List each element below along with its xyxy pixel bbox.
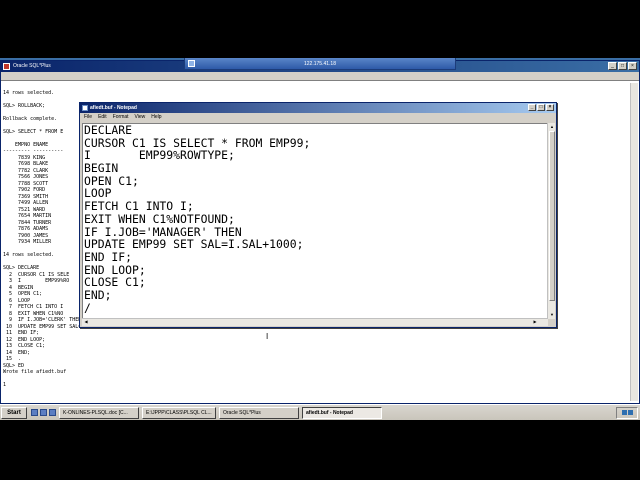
- scroll-right-icon[interactable]: ▶: [532, 319, 538, 325]
- menu-format[interactable]: Format: [113, 113, 129, 122]
- notepad-maximize-button[interactable]: □: [537, 104, 545, 111]
- code-line: CLOSE C1;: [84, 275, 146, 290]
- code-line: FETCH C1 INTO I;: [84, 199, 194, 214]
- code-line: I EMP99%ROWTYPE;: [84, 148, 235, 163]
- task-explorer[interactable]: E:\JPPP\CLASS\PLSQL CL...: [142, 406, 216, 419]
- notepad-text-area[interactable]: DECLARE CURSOR C1 IS SELECT * FROM EMP99;…: [82, 123, 548, 319]
- scroll-down-icon[interactable]: ▼: [549, 312, 555, 318]
- scroll-left-icon[interactable]: ◀: [83, 319, 89, 325]
- oracle-app-icon: [3, 63, 10, 70]
- code-line: END LOOP;: [84, 262, 146, 277]
- desktop-icon[interactable]: [31, 409, 38, 416]
- task-notepad[interactable]: afiedt.buf - Notepad: [302, 406, 382, 419]
- notepad-window[interactable]: afiedt.buf - Notepad _ □ × File Edit For…: [79, 102, 557, 328]
- notepad-menubar: File Edit Format View Help: [80, 113, 556, 122]
- sqlplus-menubar[interactable]: [1, 72, 639, 81]
- code-line: END IF;: [84, 249, 133, 264]
- menu-view[interactable]: View: [135, 113, 146, 122]
- notepad-title: afiedt.buf - Notepad: [90, 105, 137, 111]
- scroll-up-icon[interactable]: ▲: [549, 124, 555, 130]
- folder-icon[interactable]: [49, 409, 56, 416]
- sqlplus-output-line: 1: [3, 382, 7, 388]
- notepad-close-button[interactable]: ×: [546, 104, 554, 111]
- code-line: UPDATE EMP99 SET SAL=I.SAL+1000;: [84, 237, 304, 252]
- code-line: /: [84, 300, 91, 315]
- menu-file[interactable]: File: [84, 113, 92, 122]
- menu-edit[interactable]: Edit: [98, 113, 107, 122]
- remote-host-address: 122.175.41.18: [304, 60, 336, 67]
- quick-launch: [31, 409, 56, 416]
- close-button[interactable]: ×: [628, 62, 637, 70]
- sqlplus-title: Oracle SQL*Plus: [13, 63, 51, 69]
- notepad-minimize-button[interactable]: _: [528, 104, 536, 111]
- menu-help[interactable]: Help: [151, 113, 161, 122]
- code-line: BEGIN: [84, 161, 119, 176]
- notepad-horizontal-scrollbar[interactable]: ◀ ▶: [82, 318, 548, 326]
- notepad-titlebar[interactable]: afiedt.buf - Notepad _ □ ×: [80, 103, 556, 113]
- system-tray[interactable]: [616, 406, 638, 419]
- sqlplus-scrollbar[interactable]: [630, 83, 638, 401]
- code-line: END;: [84, 287, 112, 302]
- text-cursor-icon: I: [266, 332, 269, 341]
- ie-icon[interactable]: [40, 409, 47, 416]
- code-line: DECLARE: [84, 123, 133, 137]
- remote-desktop-screen: 122.175.41.18 Oracle SQL*Plus _ □ × 14 r…: [0, 58, 640, 420]
- notepad-icon: [82, 105, 88, 111]
- task-sqlplus[interactable]: Oracle SQL*Plus: [219, 406, 299, 419]
- code-line: EXIT WHEN C1%NOTFOUND;: [84, 211, 235, 226]
- pin-icon[interactable]: [188, 60, 195, 67]
- task-word-doc[interactable]: K-ONLINES-PLSQL.doc [C...: [59, 406, 139, 419]
- maximize-button[interactable]: □: [618, 62, 627, 70]
- notepad-vertical-scrollbar[interactable]: ▲ ▼: [547, 123, 555, 319]
- taskbar: Start K-ONLINES-PLSQL.doc [C... E:\JPPP\…: [0, 404, 640, 420]
- scroll-thumb[interactable]: [549, 131, 555, 301]
- minimize-button[interactable]: _: [608, 62, 617, 70]
- start-button[interactable]: Start: [1, 406, 27, 419]
- volume-icon: [627, 410, 633, 415]
- code-line: OPEN C1;: [84, 173, 139, 188]
- network-icon: [621, 410, 627, 415]
- remote-connection-bar[interactable]: 122.175.41.18: [184, 58, 456, 70]
